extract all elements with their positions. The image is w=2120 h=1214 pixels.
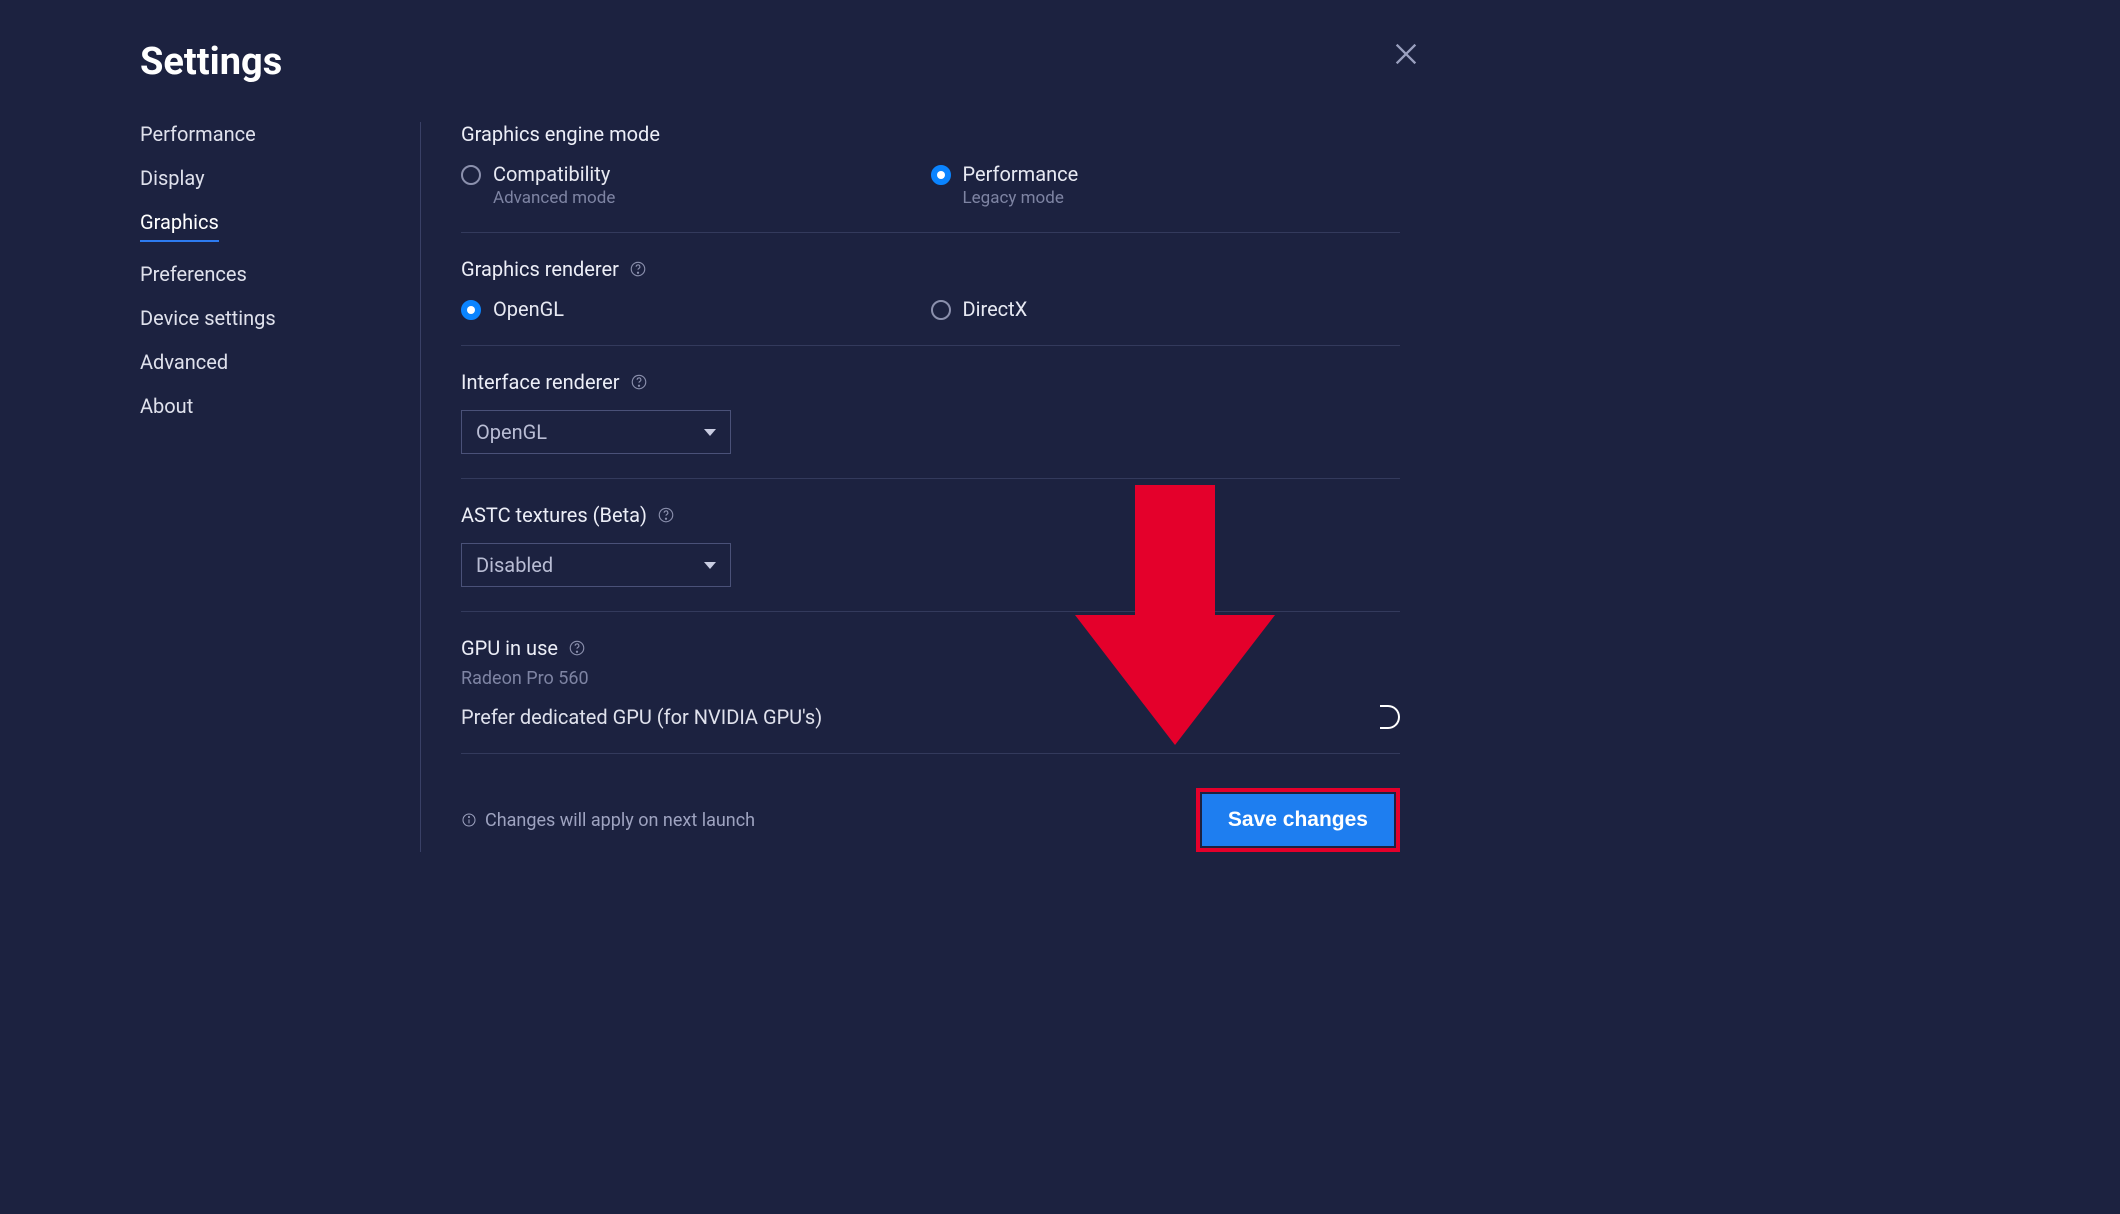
radio-icon <box>461 165 481 185</box>
label: Interface renderer <box>461 370 620 394</box>
help-icon[interactable] <box>629 260 647 278</box>
section-title: GPU in use <box>461 636 1400 660</box>
section-astc: ASTC textures (Beta) Disabled <box>461 503 1400 612</box>
section-engine-mode: Graphics engine mode Compatibility Advan… <box>461 122 1400 233</box>
help-icon[interactable] <box>657 506 675 524</box>
select-value: Disabled <box>476 553 553 577</box>
sidebar-item-advanced[interactable]: Advanced <box>140 350 228 374</box>
sidebar-item-device-settings[interactable]: Device settings <box>140 306 276 330</box>
radio-icon <box>461 300 481 320</box>
sidebar-item-display[interactable]: Display <box>140 166 205 190</box>
radio-label: Compatibility <box>493 162 615 186</box>
section-gpu: GPU in use Radeon Pro 560 Prefer dedicat… <box>461 636 1400 754</box>
section-interface-renderer: Interface renderer OpenGL <box>461 370 1400 479</box>
divider <box>420 122 421 852</box>
section-title: Graphics engine mode <box>461 122 1400 146</box>
interface-renderer-select[interactable]: OpenGL <box>461 410 731 454</box>
sidebar: Performance Display Graphics Preferences Dev… <box>140 122 420 852</box>
radio-label: OpenGL <box>493 297 564 321</box>
footer-note-text: Changes will apply on next launch <box>485 810 755 831</box>
chevron-down-icon <box>704 429 716 436</box>
gpu-pref-toggle[interactable] <box>1380 705 1400 729</box>
save-button[interactable]: Save changes <box>1202 794 1394 846</box>
radio-option-compatibility[interactable]: Compatibility Advanced mode <box>461 162 931 208</box>
section-title: Interface renderer <box>461 370 1400 394</box>
sidebar-item-graphics[interactable]: Graphics <box>140 210 219 242</box>
select-value: OpenGL <box>476 420 547 444</box>
graphics-panel: Graphics engine mode Compatibility Advan… <box>461 122 1400 852</box>
page-title: Settings <box>140 40 1400 84</box>
section-title: ASTC textures (Beta) <box>461 503 1400 527</box>
label: GPU in use <box>461 636 558 660</box>
radio-label: Performance <box>963 162 1079 186</box>
gpu-pref-label: Prefer dedicated GPU (for NVIDIA GPU's) <box>461 705 822 729</box>
radio-option-performance[interactable]: Performance Legacy mode <box>931 162 1401 208</box>
label: ASTC textures (Beta) <box>461 503 647 527</box>
annotation-highlight: Save changes <box>1196 788 1400 852</box>
help-icon[interactable] <box>630 373 648 391</box>
chevron-down-icon <box>704 562 716 569</box>
sidebar-item-performance[interactable]: Performance <box>140 122 256 146</box>
radio-option-directx[interactable]: DirectX <box>931 297 1401 321</box>
gpu-value: Radeon Pro 560 <box>461 668 1400 689</box>
help-icon[interactable] <box>568 639 586 657</box>
radio-label: DirectX <box>963 297 1028 321</box>
radio-icon <box>931 165 951 185</box>
sidebar-item-about[interactable]: About <box>140 394 193 418</box>
astc-select[interactable]: Disabled <box>461 543 731 587</box>
radio-option-opengl[interactable]: OpenGL <box>461 297 931 321</box>
label: Graphics renderer <box>461 257 619 281</box>
radio-icon <box>931 300 951 320</box>
label: Graphics engine mode <box>461 122 660 146</box>
section-title: Graphics renderer <box>461 257 1400 281</box>
section-renderer: Graphics renderer OpenGL <box>461 257 1400 346</box>
close-icon[interactable] <box>1392 40 1420 68</box>
sidebar-item-preferences[interactable]: Preferences <box>140 262 247 286</box>
radio-sublabel: Legacy mode <box>963 188 1079 208</box>
footer-note: Changes will apply on next launch <box>461 810 755 831</box>
radio-sublabel: Advanced mode <box>493 188 615 208</box>
info-icon <box>461 812 477 828</box>
footer: Changes will apply on next launch Save c… <box>461 788 1400 852</box>
